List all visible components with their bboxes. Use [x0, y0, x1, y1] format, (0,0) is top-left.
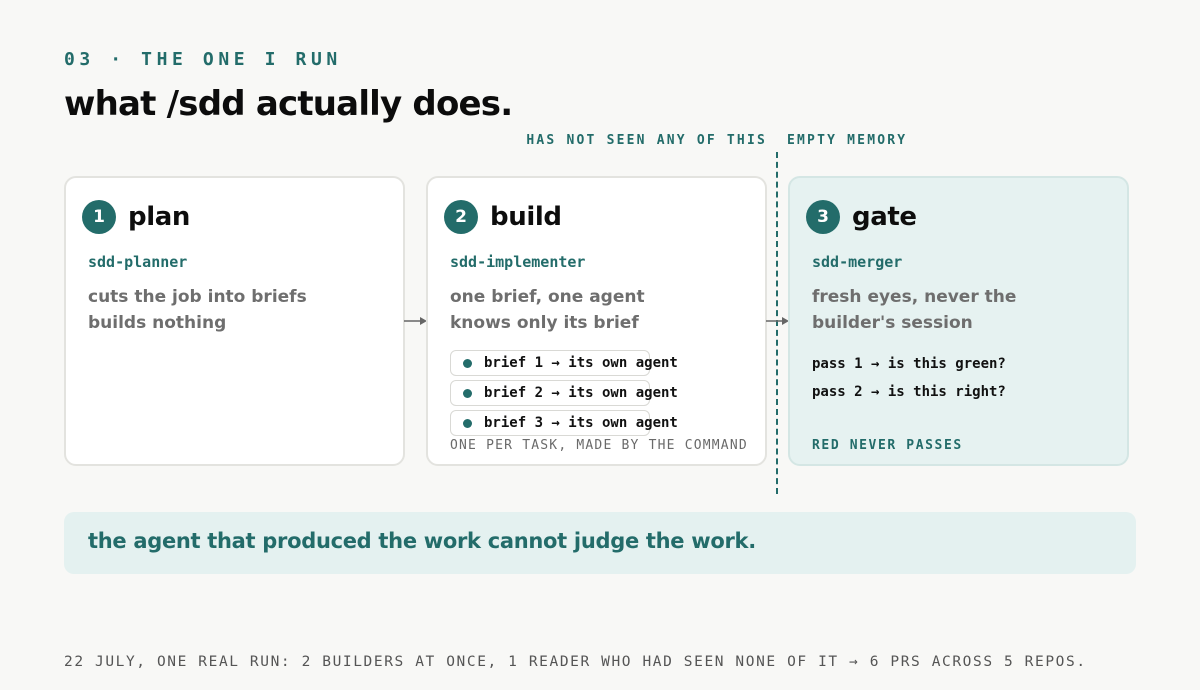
brief-label: brief 1 → its own agent [484, 355, 678, 371]
description-line: builder's session [812, 313, 973, 333]
annotation-empty-memory: EMPTY MEMORY [787, 133, 908, 148]
step-header: 1 plan [82, 200, 190, 234]
step-header: 2 build [444, 200, 562, 234]
step-card-gate: 3 gate sdd-merger fresh eyes, never the … [788, 176, 1129, 466]
bullet-dot-icon [463, 358, 472, 368]
brief-label: brief 3 → its own agent [484, 415, 678, 431]
callout-text: the agent that produced the work cannot … [88, 529, 756, 553]
agent-name: sdd-implementer [450, 253, 586, 271]
arrow-right-icon [404, 317, 427, 325]
step-description: cuts the job into briefs builds nothing [88, 284, 307, 336]
description-line: fresh eyes, never the [812, 287, 1017, 307]
step-title: gate [852, 202, 917, 232]
agent-name: sdd-merger [812, 253, 903, 271]
step-number-badge: 2 [444, 200, 478, 234]
section-eyebrow: 03 · THE ONE I RUN [64, 49, 342, 70]
brief-chip: brief 3 → its own agent [450, 410, 678, 436]
pass-check: pass 1 → is this green? [812, 356, 1006, 372]
bullet-dot-icon [463, 388, 472, 398]
brief-chip: brief 1 → its own agent [450, 350, 678, 376]
arrow-right-icon [766, 317, 789, 325]
step-card-plan: 1 plan sdd-planner cuts the job into bri… [64, 176, 405, 466]
annotation-not-seen: HAS NOT SEEN ANY OF THIS [526, 133, 767, 148]
principle-callout: the agent that produced the work cannot … [64, 512, 1136, 574]
step-number-badge: 3 [806, 200, 840, 234]
brief-chip: brief 2 → its own agent [450, 380, 678, 406]
description-line: knows only its brief [450, 313, 639, 333]
description-line: cuts the job into briefs [88, 287, 307, 307]
step-title: build [490, 202, 562, 232]
gate-rule: RED NEVER PASSES [812, 438, 963, 453]
description-line: one brief, one agent [450, 287, 645, 307]
step-description: one brief, one agent knows only its brie… [450, 284, 645, 336]
step-header: 3 gate [806, 200, 917, 234]
step-title: plan [128, 202, 190, 232]
page-title: what /sdd actually does. [64, 84, 513, 124]
step-card-build: 2 build sdd-implementer one brief, one a… [426, 176, 767, 466]
brief-caption: ONE PER TASK, MADE BY THE COMMAND [450, 438, 748, 453]
brief-label: brief 2 → its own agent [484, 385, 678, 401]
footer-note: 22 JULY, ONE REAL RUN: 2 BUILDERS AT ONC… [64, 654, 1087, 670]
step-number-badge: 1 [82, 200, 116, 234]
agent-name: sdd-planner [88, 253, 188, 271]
bullet-dot-icon [463, 418, 472, 428]
pass-check: pass 2 → is this right? [812, 384, 1006, 400]
description-line: builds nothing [88, 313, 227, 333]
step-description: fresh eyes, never the builder's session [812, 284, 1016, 336]
